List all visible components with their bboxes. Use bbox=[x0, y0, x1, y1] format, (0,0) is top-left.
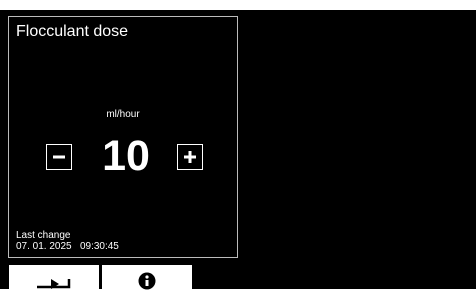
dose-value: 10 bbox=[102, 132, 150, 180]
back-button[interactable] bbox=[9, 265, 99, 291]
back-arrow-icon bbox=[37, 279, 71, 289]
info-icon bbox=[138, 272, 156, 290]
screen: Flocculant dose ml/hour 10 Last change 0… bbox=[0, 10, 476, 291]
panel-title: Flocculant dose bbox=[16, 23, 129, 40]
last-change-timestamp: 07. 01. 2025 09:30:45 bbox=[16, 241, 119, 252]
unit-label: ml/hour bbox=[106, 109, 140, 120]
flocculant-dose-panel: Flocculant dose ml/hour 10 Last change 0… bbox=[8, 16, 238, 258]
increase-button[interactable] bbox=[177, 144, 203, 170]
info-button[interactable] bbox=[102, 265, 192, 291]
plus-icon bbox=[184, 151, 196, 163]
last-change-label: Last change bbox=[16, 230, 71, 241]
decrease-button[interactable] bbox=[46, 144, 72, 170]
minus-icon bbox=[53, 155, 65, 159]
